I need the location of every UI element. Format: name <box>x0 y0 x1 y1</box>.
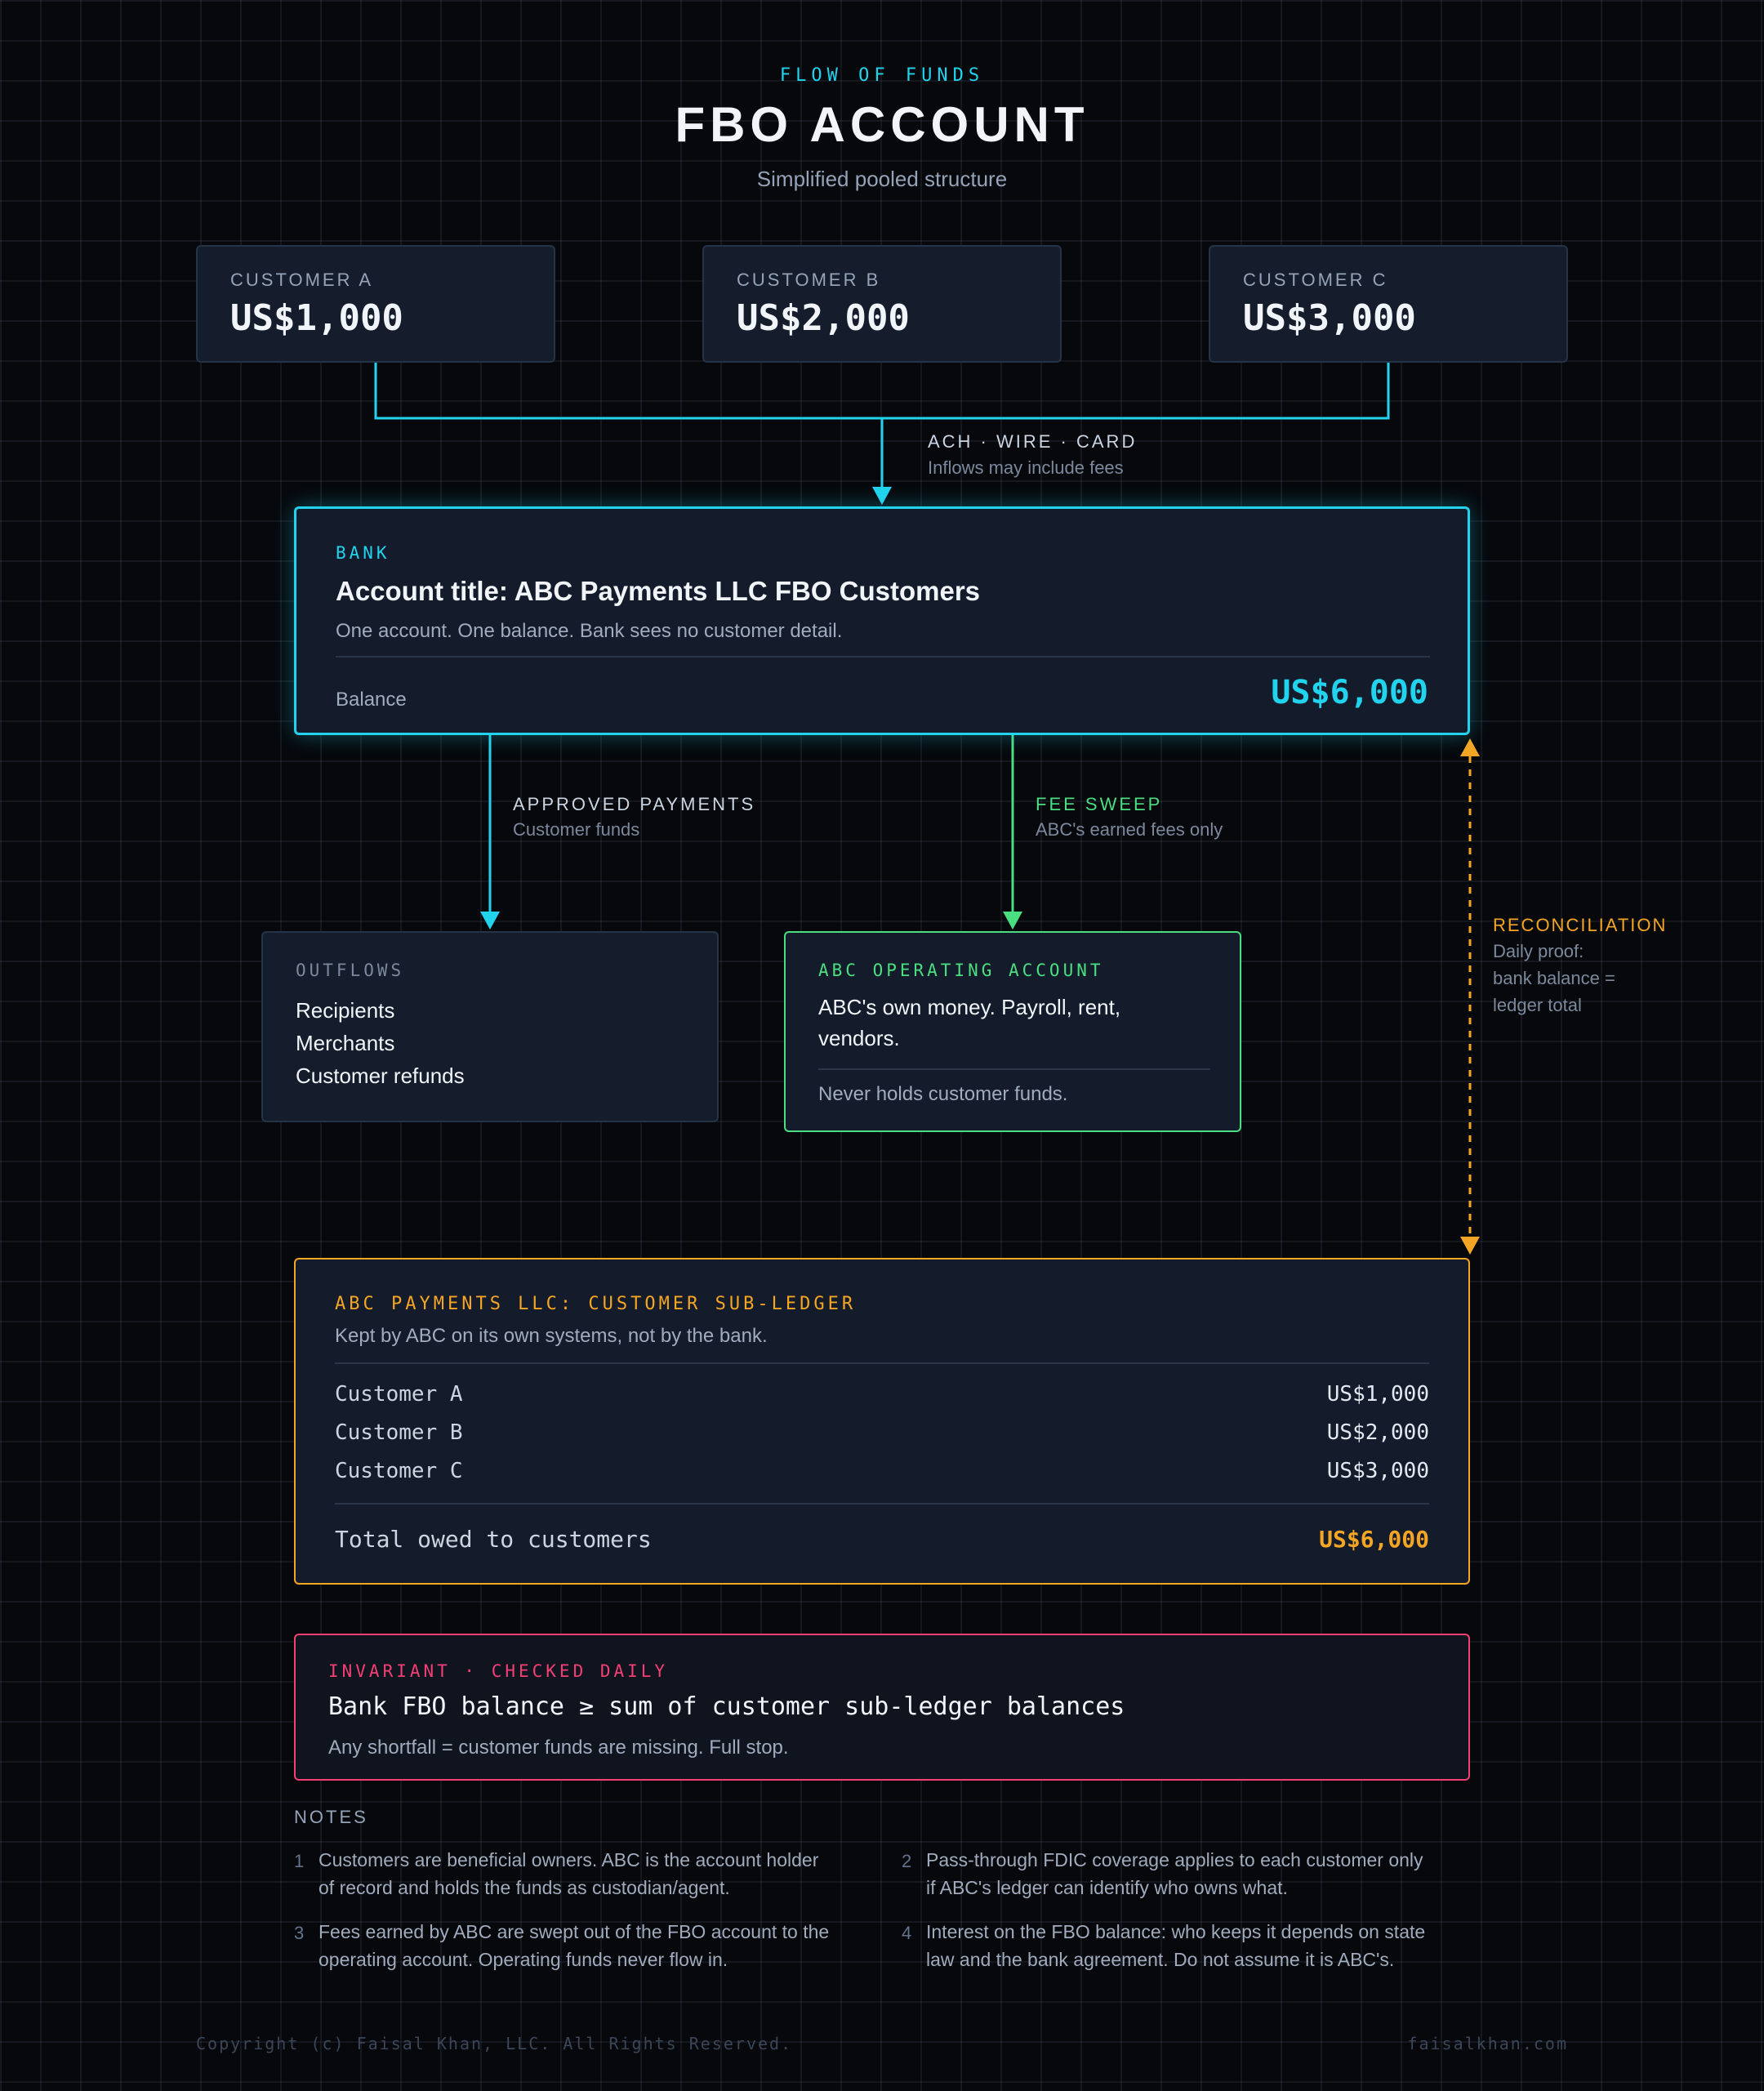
note-item: Interest on the FBO balance: who keeps i… <box>926 1918 1481 1973</box>
bank-balance-value: US$6,000 <box>1271 674 1428 711</box>
notes-heading: NOTES <box>294 1807 368 1827</box>
ledger-row-amount: US$3,000 <box>1326 1459 1429 1483</box>
note-line: law and the bank agreement. Do not assum… <box>926 1949 1395 1970</box>
ledger-row: Customer A US$1,000 <box>335 1382 1429 1407</box>
operating-desc-line2: vendors. <box>818 1026 900 1050</box>
ledger-total-row: Total owed to customers US$6,000 <box>335 1526 1429 1553</box>
note-item: Pass-through FDIC coverage applies to ea… <box>926 1846 1481 1902</box>
ledger-row-name: Customer A <box>335 1382 463 1407</box>
operating-desc-line1: ABC's own money. Payroll, rent, <box>818 995 1121 1019</box>
inflow-label: ACH · WIRE · CARD <box>928 431 1138 452</box>
outflows-tag: OUTFLOWS <box>296 961 405 980</box>
inflow-sublabel: Inflows may include fees <box>928 457 1124 478</box>
reconciliation-label: RECONCILIATION <box>1493 915 1668 935</box>
bank-balance-label: Balance <box>336 689 407 711</box>
note-item: Customers are beneficial owners. ABC is … <box>318 1846 874 1902</box>
note-line: Interest on the FBO balance: who keeps i… <box>926 1921 1426 1942</box>
invariant-rule: Bank FBO balance ≥ sum of customer sub-l… <box>328 1692 1125 1721</box>
operating-account-box: ABC OPERATING ACCOUNT ABC's own money. P… <box>784 931 1241 1132</box>
operating-divider <box>818 1068 1210 1070</box>
bank-divider <box>336 656 1430 658</box>
ledger-description: Kept by ABC on its own systems, not by t… <box>335 1325 768 1347</box>
ledger-total-label: Total owed to customers <box>335 1526 652 1553</box>
ledger-total-divider <box>335 1503 1429 1505</box>
invariant-description: Any shortfall = customer funds are missi… <box>328 1737 789 1759</box>
note-line: Fees earned by ABC are swept out of the … <box>318 1921 830 1942</box>
footer-copyright: Copyright (c) Faisal Khan, LLC. All Righ… <box>196 2034 793 2053</box>
note-number: 2 <box>902 1851 912 1871</box>
reconciliation-line2: bank balance = <box>1493 968 1615 988</box>
ledger-top-divider <box>335 1362 1429 1364</box>
inflow-arrow-head <box>872 487 892 505</box>
reconciliation-arrow-up <box>1460 738 1480 756</box>
ledger-row-name: Customer B <box>335 1420 463 1445</box>
ledger-row: Customer B US$2,000 <box>335 1420 1429 1445</box>
invariant-tag: INVARIANT · CHECKED DAILY <box>328 1661 669 1681</box>
ledger-total-amount: US$6,000 <box>1319 1526 1429 1553</box>
note-number: 4 <box>902 1923 912 1943</box>
reconciliation-line3: ledger total <box>1493 995 1582 1015</box>
customer-sub-ledger-box: ABC PAYMENTS LLC: CUSTOMER SUB-LEDGER Ke… <box>294 1258 1470 1585</box>
ledger-row-amount: US$2,000 <box>1326 1420 1429 1445</box>
ledger-row-name: Customer C <box>335 1459 463 1483</box>
outflow-item-recipients: Recipients <box>296 998 395 1023</box>
fee-sweep-label: FEE SWEEP <box>1036 794 1163 814</box>
note-line: Customers are beneficial owners. ABC is … <box>318 1849 819 1870</box>
reconciliation-arrow-down <box>1460 1237 1480 1255</box>
operating-tag: ABC OPERATING ACCOUNT <box>818 961 1104 980</box>
note-number: 3 <box>294 1923 305 1943</box>
bank-fbo-account-box: BANK Account title: ABC Payments LLC FBO… <box>294 506 1470 735</box>
bank-tag: BANK <box>336 543 390 563</box>
approved-payments-label: APPROVED PAYMENTS <box>513 794 756 814</box>
inflow-bracket-line <box>374 363 1390 420</box>
note-line: operating account. Operating funds never… <box>318 1949 728 1970</box>
outflow-item-refunds: Customer refunds <box>296 1063 465 1088</box>
outflows-box: OUTFLOWS Recipients Merchants Customer r… <box>261 931 719 1122</box>
fee-sweep-sublabel: ABC's earned fees only <box>1036 819 1223 840</box>
note-line: if ABC's ledger can identify who owns wh… <box>926 1877 1288 1898</box>
bank-description: One account. One balance. Bank sees no c… <box>336 620 843 642</box>
ledger-row: Customer C US$3,000 <box>335 1459 1429 1483</box>
invariant-box: INVARIANT · CHECKED DAILY Bank FBO balan… <box>294 1634 1470 1781</box>
approved-payments-arrow-head <box>480 912 500 930</box>
note-number: 1 <box>294 1851 305 1871</box>
note-line: Pass-through FDIC coverage applies to ea… <box>926 1849 1423 1870</box>
approved-payments-sublabel: Customer funds <box>513 819 640 840</box>
ledger-tag: ABC PAYMENTS LLC: CUSTOMER SUB-LEDGER <box>335 1294 857 1314</box>
note-line: of record and holds the funds as custodi… <box>318 1877 730 1898</box>
ledger-row-amount: US$1,000 <box>1326 1382 1429 1407</box>
reconciliation-line1: Daily proof: <box>1493 941 1584 961</box>
operating-note: Never holds customer funds. <box>818 1083 1068 1105</box>
note-item: Fees earned by ABC are swept out of the … <box>318 1918 874 1973</box>
bank-account-title: Account title: ABC Payments LLC FBO Cust… <box>336 576 981 606</box>
outflow-item-merchants: Merchants <box>296 1031 395 1055</box>
fee-sweep-arrow-head <box>1003 912 1022 930</box>
footer-site-link[interactable]: faisalkhan.com <box>1407 2034 1568 2053</box>
